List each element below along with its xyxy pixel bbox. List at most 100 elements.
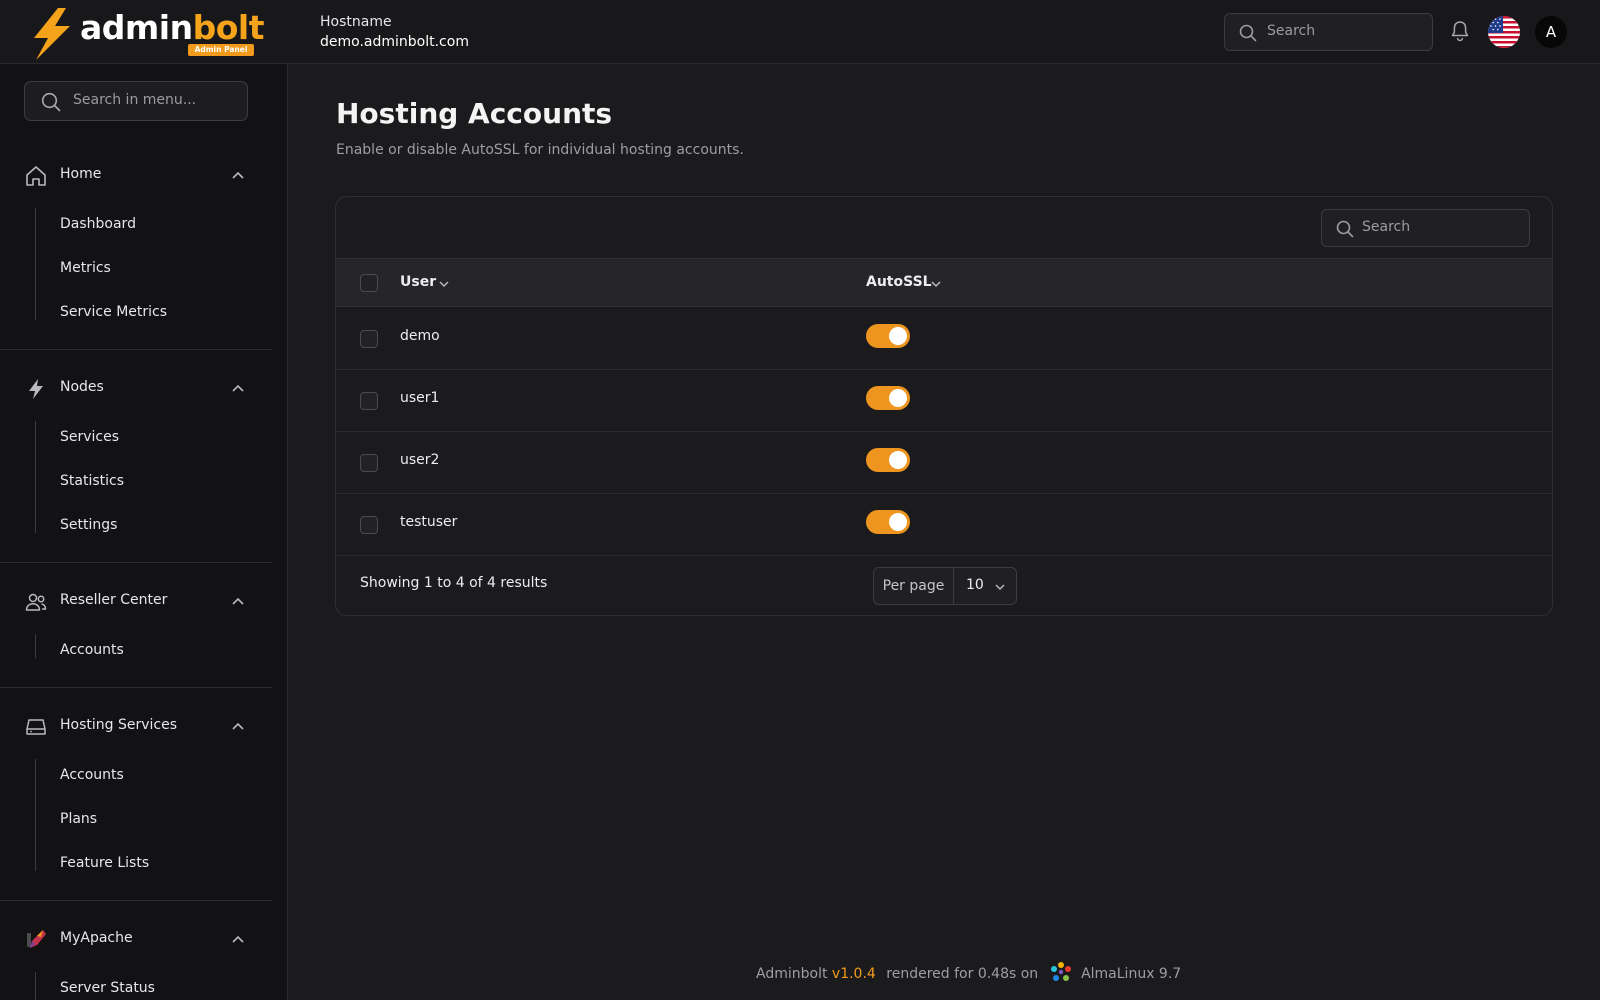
toggle-knob: [889, 327, 907, 345]
footer-version: v1.0.4: [831, 966, 876, 982]
footer-os: AlmaLinux 9.7: [1081, 966, 1182, 982]
menu-search-placeholder: Search in menu...: [73, 92, 197, 108]
autossl-toggle[interactable]: [866, 448, 910, 472]
sidebar-item-statistics[interactable]: Statistics: [60, 471, 124, 491]
search-icon: [41, 92, 61, 112]
sidebar-divider: [0, 900, 272, 901]
menu-search-input[interactable]: Search in menu...: [24, 81, 248, 121]
accounts-table-card: Search User AutoSSL demo user1 user2 tes…: [335, 196, 1553, 616]
select-all-checkbox[interactable]: [360, 274, 378, 292]
user-cell: testuser: [400, 514, 458, 530]
chevron-up-icon: [232, 935, 244, 943]
sidebar-item-reseller-accounts[interactable]: Accounts: [60, 640, 124, 660]
sidebar: Search in menu... Home Dashboard Metrics…: [0, 64, 288, 1000]
toggle-knob: [889, 451, 907, 469]
footer-app-name: Adminbolt: [756, 966, 828, 982]
row-checkbox[interactable]: [360, 454, 378, 472]
user-cell: user1: [400, 390, 440, 406]
chevron-down-icon[interactable]: [438, 278, 450, 290]
sidebar-group-nodes-toggle[interactable]: Nodes: [0, 369, 272, 409]
sidebar-item-settings[interactable]: Settings: [60, 515, 117, 535]
notifications-bell-icon[interactable]: [1450, 20, 1470, 42]
sidebar-group-label: Hosting Services: [60, 717, 178, 733]
chevron-down-icon: [995, 584, 1005, 591]
chevron-up-icon: [232, 597, 244, 605]
user-cell: user2: [400, 452, 440, 468]
toggle-knob: [889, 513, 907, 531]
tree-line: [35, 208, 36, 320]
sidebar-group-hosting-toggle[interactable]: Hosting Services: [0, 707, 272, 747]
footer-render-time: rendered for 0.48s on: [886, 966, 1039, 982]
sidebar-group-label: Reseller Center: [60, 592, 168, 608]
bolt-icon: [29, 379, 43, 399]
lightning-logo-icon: [34, 8, 70, 60]
table-footer: Showing 1 to 4 of 4 results Per page 10: [336, 555, 1552, 615]
logo-badge: Admin Panel: [188, 44, 254, 56]
autossl-toggle[interactable]: [866, 510, 910, 534]
row-checkbox[interactable]: [360, 330, 378, 348]
sidebar-group-label: Nodes: [60, 379, 104, 395]
per-page-label: Per page: [874, 568, 954, 604]
hostname-block: Hostname demo.adminbolt.com: [320, 12, 469, 52]
logo-text: adminbolt: [80, 8, 264, 47]
autossl-toggle[interactable]: [866, 386, 910, 410]
adminbolt-logo[interactable]: adminbolt Admin Panel: [28, 6, 268, 60]
table-header: User AutoSSL: [336, 258, 1552, 307]
sidebar-item-service-metrics[interactable]: Service Metrics: [60, 302, 167, 322]
tree-line: [35, 421, 36, 533]
row-checkbox[interactable]: [360, 392, 378, 410]
apache-feather-icon: [27, 930, 46, 948]
sidebar-group-reseller-toggle[interactable]: Reseller Center: [0, 582, 272, 622]
sidebar-item-dashboard[interactable]: Dashboard: [60, 214, 136, 234]
table-row: demo: [336, 308, 1552, 370]
chevron-up-icon: [232, 171, 244, 179]
page-footer: Adminbolt v1.0.4 rendered for 0.48s on A…: [756, 962, 1181, 986]
sidebar-item-feature-lists[interactable]: Feature Lists: [60, 853, 149, 873]
sidebar-item-plans[interactable]: Plans: [60, 809, 97, 829]
sidebar-group-myapache-toggle[interactable]: MyApache: [0, 920, 272, 960]
sidebar-group-label: MyApache: [60, 930, 133, 946]
table-row: testuser: [336, 494, 1552, 556]
sidebar-group-label: Home: [60, 166, 102, 182]
search-icon: [1239, 24, 1257, 42]
chevron-up-icon: [232, 384, 244, 392]
sidebar-item-hosting-accounts[interactable]: Accounts: [60, 765, 124, 785]
table-search-input[interactable]: Search: [1321, 209, 1530, 247]
us-flag-icon[interactable]: [1488, 16, 1520, 48]
column-header-autossl[interactable]: AutoSSL: [866, 274, 932, 290]
table-search-placeholder: Search: [1362, 219, 1411, 235]
chevron-down-icon[interactable]: [930, 278, 942, 290]
hostname-label: Hostname: [320, 14, 392, 30]
per-page-select[interactable]: Per page 10: [873, 567, 1017, 605]
pagination-summary: Showing 1 to 4 of 4 results: [360, 575, 548, 591]
autossl-toggle[interactable]: [866, 324, 910, 348]
table-row: user1: [336, 370, 1552, 432]
row-checkbox[interactable]: [360, 516, 378, 534]
hostname-value: demo.adminbolt.com: [320, 34, 469, 50]
top-bar: adminbolt Admin Panel Hostname demo.admi…: [0, 0, 1600, 64]
users-icon: [25, 593, 47, 611]
toggle-knob: [889, 389, 907, 407]
sidebar-divider: [0, 349, 272, 350]
sidebar-item-metrics[interactable]: Metrics: [60, 258, 111, 278]
user-cell: demo: [400, 328, 440, 344]
column-header-user[interactable]: User: [400, 274, 436, 290]
per-page-value: 10: [966, 577, 984, 593]
almalinux-icon: [1050, 962, 1071, 981]
page-subtitle: Enable or disable AutoSSL for individual…: [336, 142, 744, 158]
user-avatar[interactable]: A: [1535, 16, 1567, 48]
global-search-input[interactable]: Search: [1224, 13, 1433, 51]
sidebar-divider: [0, 562, 272, 563]
sidebar-group-home-toggle[interactable]: Home: [0, 156, 272, 196]
server-icon: [26, 719, 46, 735]
sidebar-item-server-status[interactable]: Server Status: [60, 978, 155, 998]
home-icon: [26, 166, 46, 186]
tree-line: [35, 634, 36, 658]
chevron-up-icon: [232, 722, 244, 730]
sidebar-item-services[interactable]: Services: [60, 427, 119, 447]
search-icon: [1336, 220, 1354, 238]
table-row: user2: [336, 432, 1552, 494]
global-search-placeholder: Search: [1267, 23, 1316, 39]
tree-line: [35, 759, 36, 871]
tree-line: [35, 972, 36, 1000]
